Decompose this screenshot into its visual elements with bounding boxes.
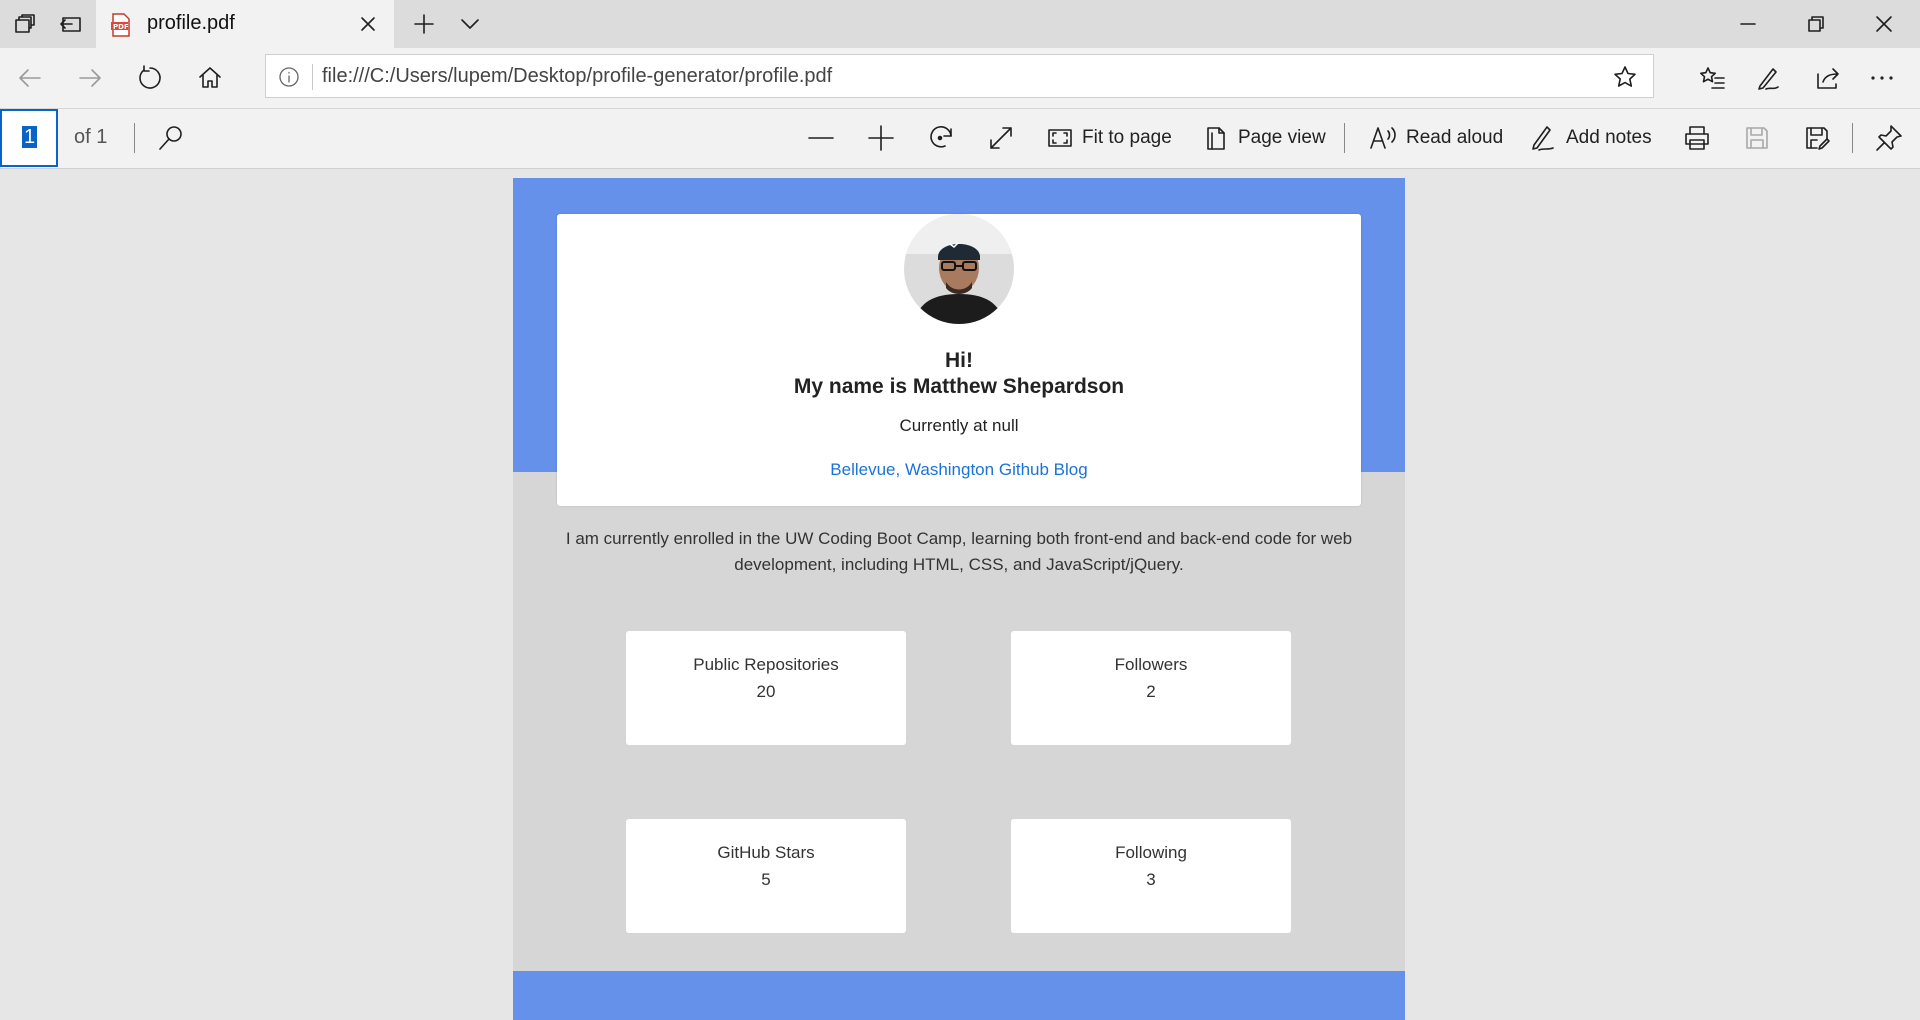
stat-value: 3 bbox=[1146, 870, 1156, 889]
address-url[interactable]: file:///C:/Users/lupem/Desktop/profile-g… bbox=[322, 65, 832, 88]
svg-text:PDF: PDF bbox=[113, 23, 129, 31]
toolbar-divider bbox=[1852, 123, 1853, 153]
footer-banner bbox=[513, 971, 1405, 1020]
search-icon[interactable] bbox=[156, 114, 186, 162]
stat-card-followers: Followers 2 bbox=[1011, 631, 1291, 745]
print-icon[interactable] bbox=[1682, 114, 1712, 162]
blog-link[interactable]: Blog bbox=[1054, 460, 1088, 479]
fit-page-icon bbox=[1048, 129, 1072, 147]
favorite-star-icon[interactable] bbox=[1613, 65, 1637, 89]
stat-label: GitHub Stars bbox=[717, 843, 815, 862]
pdf-toolbar: 1 of 1 Fit to page Page view Read aloud … bbox=[0, 109, 1920, 169]
stat-value: 2 bbox=[1146, 682, 1156, 701]
restore-icon[interactable] bbox=[1782, 0, 1850, 48]
back-icon[interactable] bbox=[6, 54, 54, 102]
close-tab-icon[interactable] bbox=[358, 14, 378, 34]
set-tabs-aside-icon[interactable] bbox=[48, 0, 94, 48]
tab-manager-icon[interactable] bbox=[2, 0, 48, 48]
save-as-icon[interactable] bbox=[1802, 114, 1832, 162]
page-view-icon bbox=[1207, 127, 1225, 150]
web-notes-icon[interactable] bbox=[1744, 54, 1792, 102]
add-notes-label: Add notes bbox=[1566, 127, 1652, 148]
zoom-out-icon[interactable] bbox=[806, 114, 836, 162]
tab-preview-chevron-icon[interactable] bbox=[447, 0, 493, 48]
profile-name: My name is Matthew Shepardson bbox=[793, 375, 1125, 398]
stat-card-public-repos: Public Repositories 20 bbox=[626, 631, 906, 745]
title-bar: PDF profile.pdf bbox=[0, 0, 1920, 48]
bio-text: I am currently enrolled in the UW Coding… bbox=[565, 529, 1353, 574]
stat-card-following: Following 3 bbox=[1011, 819, 1291, 933]
company-line: Currently at null bbox=[899, 416, 1019, 435]
fit-to-page-label: Fit to page bbox=[1082, 127, 1172, 148]
page-count: of 1 bbox=[74, 126, 108, 148]
pin-toolbar-icon[interactable] bbox=[1874, 114, 1904, 162]
forward-icon[interactable] bbox=[66, 54, 114, 102]
current-page: 1 bbox=[22, 126, 38, 148]
full-screen-icon[interactable] bbox=[986, 114, 1016, 162]
site-info-icon[interactable] bbox=[278, 66, 300, 88]
close-window-icon[interactable] bbox=[1850, 0, 1918, 48]
page-view-label: Page view bbox=[1238, 127, 1326, 148]
address-divider bbox=[312, 64, 313, 90]
save-icon[interactable] bbox=[1742, 114, 1772, 162]
address-bar[interactable]: file:///C:/Users/lupem/Desktop/profile-g… bbox=[265, 54, 1654, 98]
refresh-icon[interactable] bbox=[126, 54, 174, 102]
pdf-page: Hi! My name is Matthew Shepardson Curren… bbox=[513, 178, 1405, 1020]
add-notes-button[interactable]: Add notes bbox=[1528, 114, 1652, 162]
rotate-icon[interactable] bbox=[926, 114, 956, 162]
toolbar-divider bbox=[1344, 123, 1345, 153]
page-view-button[interactable]: Page view bbox=[1202, 114, 1326, 162]
pen-icon bbox=[1532, 126, 1554, 151]
zoom-in-icon[interactable] bbox=[866, 114, 896, 162]
read-aloud-button[interactable]: Read aloud bbox=[1368, 114, 1503, 162]
location-link[interactable]: Bellevue, Washington bbox=[830, 460, 994, 479]
profile-links: Bellevue, Washington Github Blog bbox=[557, 460, 1361, 480]
avatar bbox=[904, 214, 1014, 324]
stat-label: Following bbox=[1115, 843, 1187, 862]
share-icon[interactable] bbox=[1804, 54, 1852, 102]
stat-label: Public Repositories bbox=[693, 655, 839, 674]
more-options-icon[interactable] bbox=[1858, 54, 1906, 102]
minimize-icon[interactable] bbox=[1714, 0, 1782, 48]
pdf-file-icon: PDF bbox=[110, 13, 132, 37]
navigation-bar: file:///C:/Users/lupem/Desktop/profile-g… bbox=[0, 48, 1920, 109]
page-number-input[interactable]: 1 bbox=[0, 109, 58, 167]
stat-value: 5 bbox=[761, 870, 771, 889]
profile-card: Hi! My name is Matthew Shepardson Curren… bbox=[557, 214, 1361, 506]
stat-value: 20 bbox=[756, 682, 776, 701]
tab-profile-pdf[interactable]: PDF profile.pdf bbox=[96, 0, 394, 48]
home-icon[interactable] bbox=[186, 54, 234, 102]
toolbar-divider bbox=[134, 123, 135, 153]
greeting: Hi! bbox=[945, 349, 973, 372]
stat-label: Followers bbox=[1114, 655, 1188, 674]
tab-title: profile.pdf bbox=[147, 12, 235, 34]
new-tab-icon[interactable] bbox=[401, 0, 447, 48]
read-aloud-label: Read aloud bbox=[1406, 127, 1504, 148]
fit-to-page-button[interactable]: Fit to page bbox=[1046, 114, 1172, 162]
github-link[interactable]: Github bbox=[999, 460, 1049, 479]
read-aloud-icon bbox=[1370, 127, 1396, 149]
stat-card-github-stars: GitHub Stars 5 bbox=[626, 819, 906, 933]
favorites-hub-icon[interactable] bbox=[1688, 54, 1736, 102]
